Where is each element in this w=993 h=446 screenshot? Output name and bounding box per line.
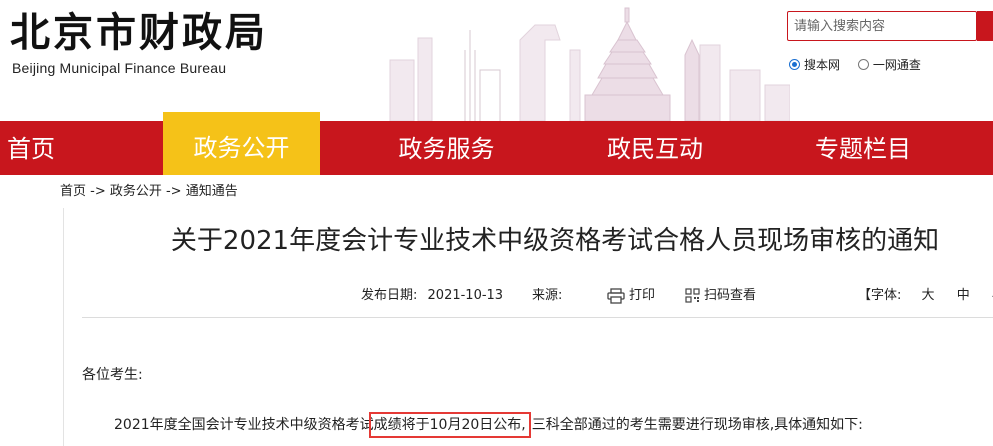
article-divider [82, 317, 993, 318]
highlighted-announcement-date: 成绩将于10月20日公布, [368, 412, 531, 438]
source-label: 来源: [532, 288, 563, 303]
scan-qr-label: 扫码查看 [704, 288, 757, 303]
nav-item-gov-affairs-open[interactable]: 政务公开 [163, 112, 320, 175]
breadcrumb[interactable]: 首页 -> 政务公开 -> 通知通告 [60, 180, 238, 199]
main-nav: 首页 政务公开 政务服务 政民互动 专题栏目 [0, 112, 993, 175]
nav-item-home[interactable]: 首页 [0, 121, 62, 175]
publish-date-label: 发布日期: [361, 288, 418, 303]
font-size-label: 【字体: [858, 288, 902, 303]
article-paragraph: 2021年度全国会计专业技术中级资格考试成绩将于10月20日公布, 三科全部通过的… [114, 412, 863, 438]
printer-icon [607, 287, 625, 304]
radio-selected-icon [789, 59, 800, 70]
scan-qr-button[interactable]: 扫码查看 [685, 284, 756, 303]
nav-item-gov-services[interactable]: 政务服务 [375, 121, 518, 175]
print-label: 打印 [629, 288, 656, 303]
search-button[interactable] [977, 11, 993, 41]
search-scope-options: 搜本网 一网通查 [789, 56, 935, 73]
search-scope-site-label: 搜本网 [804, 58, 841, 72]
content-border [63, 208, 64, 446]
search-input[interactable] [794, 16, 970, 36]
beijing-skyline-banner [389, 7, 790, 121]
nav-item-interaction[interactable]: 政民互动 [585, 121, 725, 175]
publish-date: 发布日期: 2021-10-13 [361, 284, 503, 303]
font-size-selector: 【字体: 大 中 小 [858, 284, 993, 303]
publish-date-value: 2021-10-13 [427, 288, 504, 303]
search-scope-all-label: 一网通查 [872, 58, 921, 72]
paragraph-text-start: 2021年度全国会计专业技术中级资格考试 [114, 417, 374, 433]
article-salutation: 各位考生: [82, 367, 143, 383]
site-logo-chinese[interactable]: 北京市财政局 [10, 8, 268, 58]
font-size-medium[interactable]: 中 [957, 288, 970, 303]
site-header: 北京市财政局 Beijing Municipal Finance Bureau [0, 0, 993, 121]
search-scope-all[interactable]: 一网通查 [857, 56, 921, 73]
site-logo-english: Beijing Municipal Finance Bureau [12, 60, 227, 76]
paragraph-text-end: 三科全部通过的考生需要进行现场审核,具体通知如下: [531, 417, 863, 433]
print-button[interactable]: 打印 [607, 284, 655, 304]
search-scope-site[interactable]: 搜本网 [789, 56, 840, 73]
font-size-large[interactable]: 大 [922, 288, 935, 303]
nav-item-special-topics[interactable]: 专题栏目 [795, 121, 931, 175]
radio-unselected-icon [857, 59, 869, 70]
qr-code-icon [685, 288, 700, 303]
search-box [787, 11, 977, 41]
article-title: 关于2021年度会计专业技术中级资格考试合格人员现场审核的通知 [170, 226, 940, 256]
